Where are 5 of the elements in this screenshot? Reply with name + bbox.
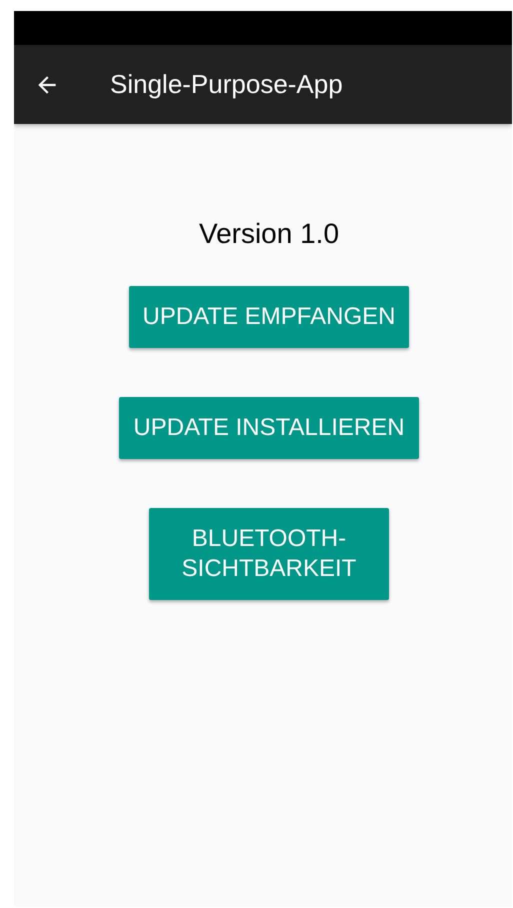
action-button[interactable]: BLUETOOTH-SICHTBARKEIT <box>149 508 389 600</box>
app-title: Single-Purpose-App <box>110 69 343 100</box>
version-label: Version 1.0 <box>198 218 340 250</box>
action-button[interactable]: UPDATE EMPFANGEN <box>128 286 410 348</box>
action-button[interactable]: UPDATE INSTALLIEREN <box>119 397 419 459</box>
